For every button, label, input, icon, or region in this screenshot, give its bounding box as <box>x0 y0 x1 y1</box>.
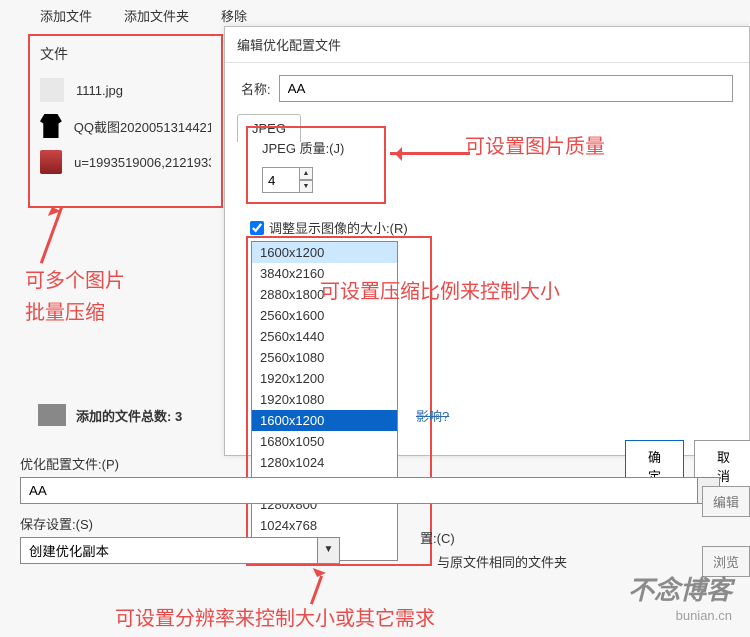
dialog-title: 编辑优化配置文件 <box>225 27 749 63</box>
file-name: QQ截图20200513144210. <box>74 117 211 136</box>
add-file-button[interactable]: 添加文件 <box>40 6 92 25</box>
name-input[interactable] <box>279 75 733 102</box>
file-name: u=1993519006,21219331 <box>74 155 211 170</box>
file-row[interactable]: QQ截图20200513144210. <box>30 108 221 144</box>
quality-spinner[interactable] <box>262 167 300 193</box>
files-icon <box>38 404 66 426</box>
spinner-up-icon[interactable]: ▲ <box>299 167 313 180</box>
watermark: 不念博客 <box>628 570 732 607</box>
chevron-down-icon[interactable]: ▼ <box>318 537 340 564</box>
file-thumb-icon <box>40 78 64 102</box>
save-select[interactable] <box>20 537 318 564</box>
files-header: 文件 <box>30 36 221 72</box>
bottom-form: 优化配置文件:(P) ▼ 保存设置:(S) ▼ <box>20 454 730 572</box>
file-name: 1111.jpg <box>76 83 123 98</box>
file-row[interactable]: u=1993519006,21219331 <box>30 144 221 180</box>
resolution-option[interactable]: 1920x1200 <box>252 368 397 389</box>
watermark-url: bunian.cn <box>676 608 732 623</box>
profile-label: 优化配置文件:(P) <box>20 454 730 473</box>
annotation-ratio: 可设置压缩比例来控制大小 <box>320 275 560 304</box>
resolution-option[interactable]: 1680x1050 <box>252 431 397 452</box>
resolution-option[interactable]: 1600x1200 <box>252 410 397 431</box>
resolution-option[interactable]: 2560x1440 <box>252 326 397 347</box>
folder-label: 置:(C) <box>420 528 455 547</box>
total-files-row: 添加的文件总数: 3 <box>38 404 182 426</box>
resolution-option[interactable]: 1600x1200 <box>252 242 397 263</box>
files-panel: 文件 1111.jpg QQ截图20200513144210. u=199351… <box>28 34 223 208</box>
resolution-option[interactable]: 2560x1080 <box>252 347 397 368</box>
total-label: 添加的文件总数: <box>76 409 171 424</box>
annotation-quality: 可设置图片质量 <box>465 130 605 159</box>
spinner-down-icon[interactable]: ▼ <box>299 180 313 193</box>
profile-select[interactable] <box>20 477 698 504</box>
folder-value: 与原文件相同的文件夹 <box>437 552 567 571</box>
resize-checkbox[interactable] <box>250 221 264 235</box>
file-row[interactable]: 1111.jpg <box>30 72 221 108</box>
quality-group: JPEG 质量:(J) ▲ ▼ <box>246 126 386 204</box>
quality-label: JPEG 质量:(J) <box>262 138 370 157</box>
remove-button[interactable]: 移除 <box>221 6 247 25</box>
hidden-link[interactable]: 影响? <box>416 406 449 425</box>
save-label: 保存设置:(S) <box>20 514 730 533</box>
edit-button[interactable]: 编辑 <box>702 486 750 517</box>
annotation-resolution: 可设置分辨率来控制大小或其它需求 <box>115 602 435 631</box>
name-label: 名称: <box>241 79 271 98</box>
resize-label: 调整显示图像的大小:(R) <box>269 218 408 237</box>
total-count: 3 <box>175 409 182 424</box>
resolution-option[interactable]: 1920x1080 <box>252 389 397 410</box>
resolution-option[interactable]: 2560x1600 <box>252 305 397 326</box>
file-thumb-icon <box>40 150 62 174</box>
annotation-multi-compress: 可多个图片 批量压缩 <box>25 265 125 329</box>
add-folder-button[interactable]: 添加文件夹 <box>124 6 189 25</box>
file-thumb-icon <box>40 114 62 138</box>
